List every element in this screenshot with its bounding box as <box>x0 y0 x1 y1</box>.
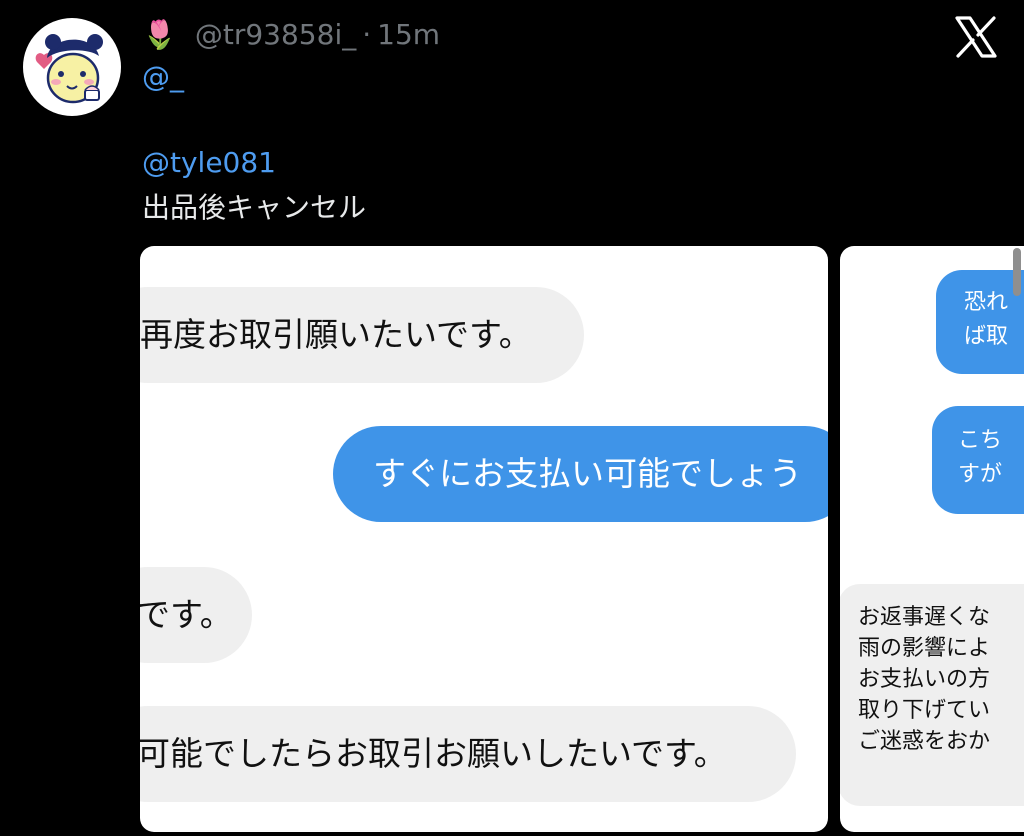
reply-mention[interactable]: @_ <box>142 60 184 93</box>
avatar[interactable] <box>23 18 121 116</box>
tweet-header: 🌷 @tr93858i_ · 15m <box>142 12 440 56</box>
scrollbar[interactable] <box>1013 248 1021 296</box>
character-avatar-icon <box>35 34 103 104</box>
sent-message-bubble: すぐにお支払い可能でしょう <box>333 426 828 522</box>
sent-message-bubble: 恐れ ば取 <box>936 270 1024 374</box>
sent-message-bubble: こち すが <box>932 406 1024 514</box>
x-logo-icon[interactable] <box>954 16 998 58</box>
mention-link[interactable]: @tyle081 <box>142 146 276 179</box>
tulip-icon: 🌷 <box>142 17 177 51</box>
separator: · <box>362 17 372 51</box>
timestamp[interactable]: 15m <box>377 18 440 51</box>
tweet-text: 出品後キャンセル <box>142 191 367 224</box>
received-message-bubble: 可能でしたらお取引お願いしたいです。 <box>140 706 796 802</box>
received-message-bubble: です。 <box>140 567 252 663</box>
attached-image-1[interactable]: 再度お取引願いたいです。 すぐにお支払い可能でしょう です。 可能でしたらお取引… <box>140 246 828 832</box>
attached-image-2[interactable]: 恐れ ば取 こち すが お返事遅くな 雨の影響によ お支払いの方 取り下げてい … <box>840 246 1024 832</box>
received-message-bubble: お返事遅くな 雨の影響によ お支払いの方 取り下げてい ご迷惑をおか <box>840 584 1024 806</box>
user-handle[interactable]: @tr93858i_ <box>195 18 356 51</box>
received-message-bubble: 再度お取引願いたいです。 <box>140 287 584 383</box>
